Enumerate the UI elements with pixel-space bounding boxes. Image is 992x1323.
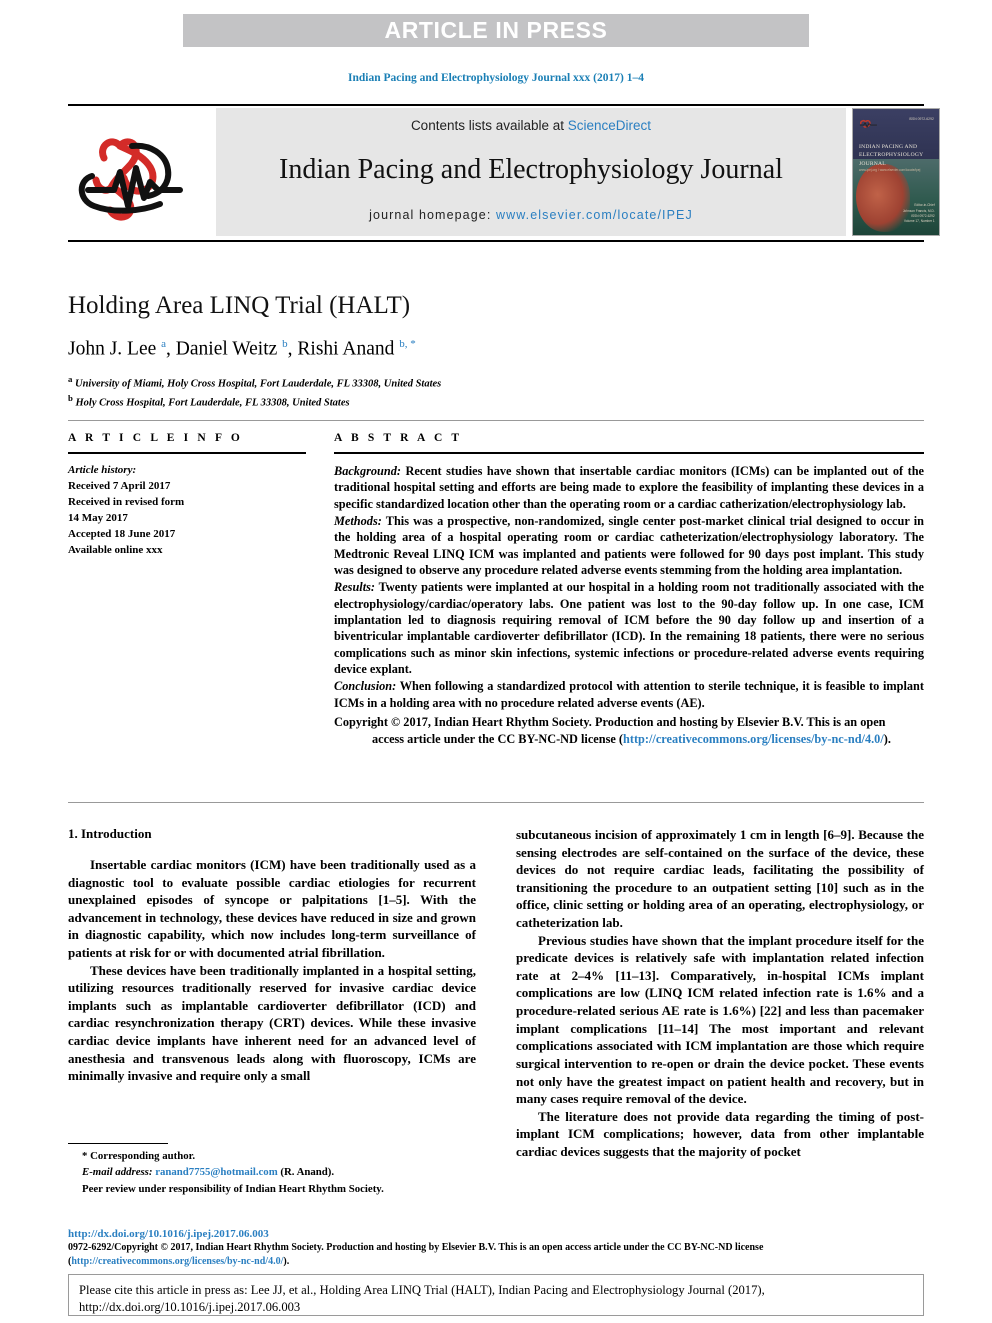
history-accepted: Accepted 18 June 2017 xyxy=(68,527,176,540)
article-title: Holding Area LINQ Trial (HALT) xyxy=(68,292,411,319)
article-info-column: A R T I C L E I N F O Article history: R… xyxy=(68,432,306,559)
bottom-copyright-text: 0972-6292/Copyright © 2017, Indian Heart… xyxy=(68,1241,924,1268)
abstract-results-text: Twenty patients were implanted at our ho… xyxy=(334,580,924,677)
body-column-right: subcutaneous incision of approximately 1… xyxy=(516,826,924,1161)
journal-homepage-line: journal homepage: www.elsevier.com/locat… xyxy=(369,208,693,222)
cover-issn-badge: ISSN 0972-6292 xyxy=(908,116,934,121)
abstract-license-suffix: ). xyxy=(883,731,891,746)
masthead-top-rule xyxy=(68,104,924,106)
cover-title-line-1: INDIAN PACING AND xyxy=(859,144,918,151)
bottom-cc-license-link[interactable]: http://creativecommons.org/licenses/by-n… xyxy=(71,1256,283,1267)
journal-cover-thumbnail-icon: ISSN 0972-6292 INDIAN PACING AND ELECTRO… xyxy=(852,108,940,236)
article-history-label: Article history: xyxy=(68,464,137,476)
masthead-bottom-rule xyxy=(68,240,924,242)
abstract-band-top-rule xyxy=(68,420,924,421)
journal-title: Indian Pacing and Electrophysiology Jour… xyxy=(279,154,783,186)
cover-footer-line-4: Volume 17, Number 1 xyxy=(903,219,935,224)
section-heading-introduction: 1. Introduction xyxy=(68,826,152,841)
contents-prefix-label: Contents lists available at xyxy=(410,118,568,133)
footnote-email-label: E-mail address: xyxy=(82,1166,153,1179)
cover-title-line-2: ELECTROPHYSIOLOGY xyxy=(859,152,924,159)
journal-homepage-link[interactable]: www.elsevier.com/locate/IPEJ xyxy=(496,208,693,222)
intro-paragraph-3: subcutaneous incision of approximately 1… xyxy=(516,827,924,931)
bottom-copyright-block: http://dx.doi.org/10.1016/j.ipej.2017.06… xyxy=(68,1228,924,1268)
masthead-box: Contents lists available at ScienceDirec… xyxy=(216,108,846,236)
abstract-column: A B S T R A C T Background: Recent studi… xyxy=(334,432,924,747)
abstract-conclusion-text: When following a standardized protocol w… xyxy=(334,679,924,710)
running-head: Indian Pacing and Electrophysiology Jour… xyxy=(348,72,644,84)
intro-paragraph-1: Insertable cardiac monitors (ICM) have b… xyxy=(68,857,476,961)
footnote-separator-rule xyxy=(68,1143,168,1144)
sciencedirect-link[interactable]: ScienceDirect xyxy=(568,118,651,133)
affiliation-b-marker: b xyxy=(68,392,73,403)
intro-paragraph-2: These devices have been traditionally im… xyxy=(68,962,476,1084)
abstract-license-prefix: access article under the CC BY-NC-ND lic… xyxy=(372,731,624,746)
affiliation-b-text: Holy Cross Hospital, Fort Lauderdale, FL… xyxy=(75,397,350,409)
affiliation-a-marker: a xyxy=(68,373,73,384)
cover-logo-icon xyxy=(859,120,877,129)
abstract-results-label: Results: xyxy=(334,580,375,595)
abstract-copyright: Copyright © 2017, Indian Heart Rhythm So… xyxy=(334,714,924,747)
affil-marker-b-star: b, * xyxy=(399,338,416,350)
affil-marker-b: b xyxy=(282,338,288,350)
history-revised-label: Received in revised form xyxy=(68,495,185,508)
journal-masthead: Contents lists available at ScienceDirec… xyxy=(68,108,940,236)
cover-subtitle: www.ipej.org / www.elsevier.com/locate/i… xyxy=(859,168,921,173)
abstract-conclusion-label: Conclusion: xyxy=(334,679,397,694)
history-available-online: Available online xxx xyxy=(68,543,163,556)
abstract-copyright-line-2: access article under the CC BY-NC-ND lic… xyxy=(334,731,924,747)
cite-this-article-box: Please cite this article in press as: Le… xyxy=(68,1274,924,1316)
cc-license-link[interactable]: http://creativecommons.org/licenses/by-n… xyxy=(623,732,884,746)
abstract-copyright-line-1: Copyright © 2017, Indian Heart Rhythm So… xyxy=(334,715,886,730)
cite-this-article-text: Please cite this article in press as: Le… xyxy=(79,1283,765,1314)
abstract-conclusion: Conclusion: When following a standardize… xyxy=(334,678,924,711)
author-email-link[interactable]: ranand7755@hotmail.com xyxy=(155,1166,278,1178)
article-in-press-banner: ARTICLE IN PRESS xyxy=(183,14,809,47)
ipej-heart-ecg-logo-icon xyxy=(68,124,196,228)
footnote-block: * Corresponding author. E-mail address: … xyxy=(68,1148,476,1197)
history-revised-date: 14 May 2017 xyxy=(68,511,128,524)
abstract-background-label: Background: xyxy=(334,464,401,478)
intro-paragraph-5: The literature does not provide data reg… xyxy=(516,1108,924,1159)
article-info-heading: A R T I C L E I N F O xyxy=(68,432,243,444)
footnote-email-suffix: (R. Anand). xyxy=(277,1166,335,1179)
author-list: John J. Lee a, Daniel Weitz b, Rishi Ana… xyxy=(68,338,416,360)
affil-marker-a: a xyxy=(161,338,167,350)
abstract-results: Results: Twenty patients were implanted … xyxy=(334,579,924,677)
abstract-methods-label: Methods: xyxy=(334,514,382,529)
article-info-rule xyxy=(68,452,306,454)
abstract-background: Background: Recent studies have shown th… xyxy=(334,463,924,512)
history-received: Received 7 April 2017 xyxy=(68,479,171,492)
abstract-background-text: Recent studies have shown that insertabl… xyxy=(334,464,924,511)
abstract-heading: A B S T R A C T xyxy=(334,432,463,444)
footnote-email: E-mail address: ranand7755@hotmail.com (… xyxy=(68,1164,476,1180)
abstract-rule xyxy=(334,452,924,454)
affiliation-b: b Holy Cross Hospital, Fort Lauderdale, … xyxy=(68,392,924,411)
cover-footer: Editor-in-Chief Johnson Francis, M.D. IS… xyxy=(903,203,935,225)
footnote-peer-review: Peer review under responsibility of Indi… xyxy=(82,1182,384,1195)
abstract-methods-text: This was a prospective, non-randomized, … xyxy=(334,514,924,578)
contents-list-line: Contents lists available at ScienceDirec… xyxy=(411,118,651,133)
intro-paragraph-4: Previous studies have shown that the imp… xyxy=(516,932,924,1107)
cover-title: INDIAN PACING AND ELECTROPHYSIOLOGY JOUR… xyxy=(859,143,933,168)
doi-link[interactable]: http://dx.doi.org/10.1016/j.ipej.2017.06… xyxy=(68,1228,269,1240)
homepage-label: journal homepage: xyxy=(369,207,496,222)
body-column-left: 1. Introduction Insertable cardiac monit… xyxy=(68,826,476,1085)
body-columns: 1. Introduction Insertable cardiac monit… xyxy=(68,826,924,1159)
bottom-copyright-suffix: ). xyxy=(283,1255,290,1267)
article-in-press-label: ARTICLE IN PRESS xyxy=(384,17,608,43)
cover-title-line-3: JOURNAL xyxy=(859,160,886,167)
cover-heart-graphic-icon xyxy=(856,164,910,233)
affiliation-a: a University of Miami, Holy Cross Hospit… xyxy=(68,373,924,392)
abstract-band-bottom-rule xyxy=(68,802,924,803)
affiliation-a-text: University of Miami, Holy Cross Hospital… xyxy=(75,378,442,389)
title-block: Holding Area LINQ Trial (HALT) John J. L… xyxy=(68,292,924,411)
footnote-corresponding-author: * Corresponding author. xyxy=(82,1150,196,1162)
abstract-methods: Methods: This was a prospective, non-ran… xyxy=(334,513,924,578)
doi-link-wrapper: http://dx.doi.org/10.1016/j.ipej.2017.06… xyxy=(68,1228,924,1240)
